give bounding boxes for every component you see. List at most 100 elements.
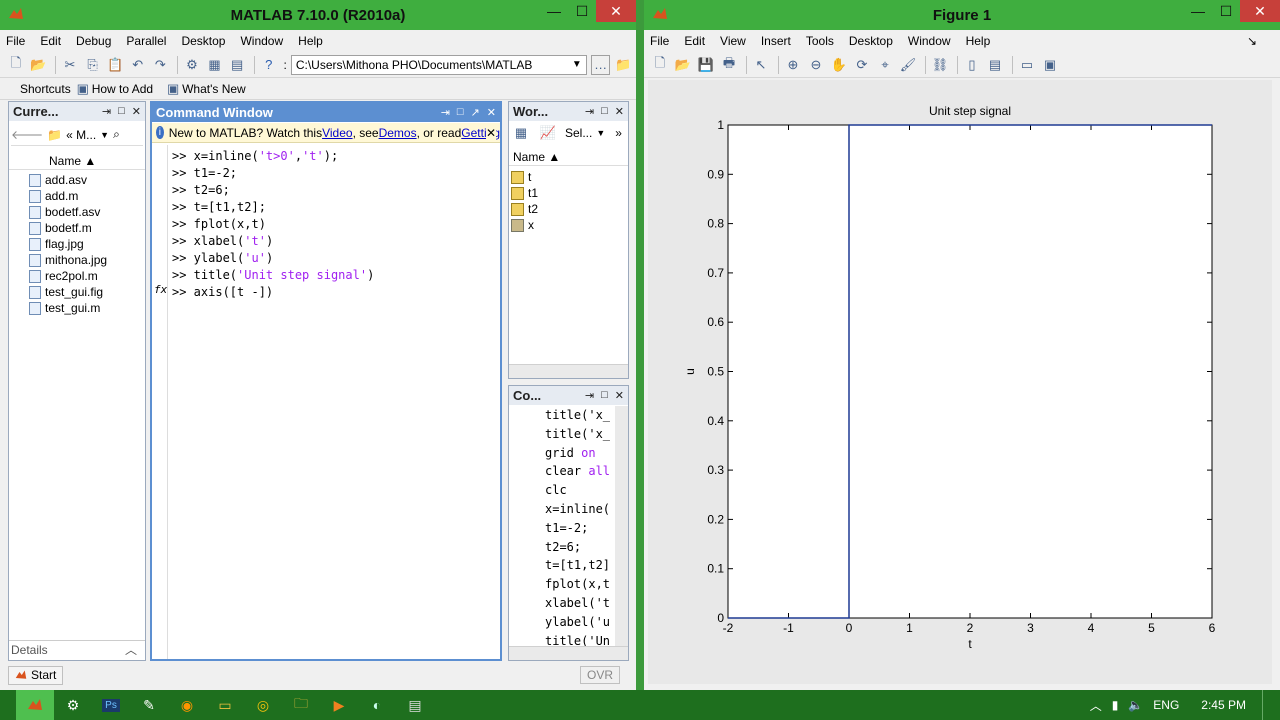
file-list-item[interactable]: mithona.jpg — [29, 252, 145, 268]
fig-menu-window[interactable]: Window — [908, 34, 951, 48]
file-list-item[interactable]: add.m — [29, 188, 145, 204]
current-folder-input[interactable]: C:\Users\Mithona PHO\Documents\MATLAB ▼ — [290, 54, 587, 75]
rotate-icon[interactable]: ⟳ — [852, 55, 872, 75]
chrome-icon[interactable]: ◎ — [244, 690, 282, 720]
how-to-add-link[interactable]: How to Add — [92, 82, 153, 96]
vertical-scrollbar[interactable] — [615, 406, 628, 646]
file-list-item[interactable]: rec2pol.m — [29, 268, 145, 284]
simulink-icon[interactable]: ⚙ — [182, 55, 202, 75]
history-entry[interactable]: t1=-2; — [545, 519, 614, 538]
file-list-item[interactable]: test_gui.fig — [29, 284, 145, 300]
photoshop-icon[interactable]: Ps — [92, 690, 130, 720]
file-explorer-icon[interactable]: ▭ — [206, 690, 244, 720]
dock-icon[interactable]: ⇥ — [102, 105, 111, 118]
zoom-out-icon[interactable]: ⊖ — [806, 55, 826, 75]
start-button[interactable]: Start — [8, 665, 64, 685]
maximize-icon[interactable]: ☐ — [568, 0, 596, 22]
language-indicator[interactable]: ENG — [1153, 698, 1179, 712]
brush-icon[interactable]: 🖌 — [898, 55, 918, 75]
new-file-icon[interactable]: 🗋 — [6, 55, 26, 75]
legend-icon[interactable]: ▤ — [985, 55, 1005, 75]
horizontal-scrollbar[interactable] — [509, 646, 628, 660]
breadcrumb[interactable]: « M... — [66, 128, 96, 142]
fig-menu-view[interactable]: View — [720, 34, 746, 48]
file-list-item[interactable]: bodetf.asv — [29, 204, 145, 220]
profiler-icon[interactable]: ▤ — [227, 55, 247, 75]
chevron-down-icon[interactable]: ▼ — [572, 59, 582, 70]
zoom-in-icon[interactable]: ⊕ — [783, 55, 803, 75]
history-entry[interactable]: grid on — [545, 444, 614, 463]
history-entry[interactable]: t=[t1,t2] — [545, 556, 614, 575]
matlab-taskbar-button[interactable] — [16, 690, 54, 720]
history-entry[interactable]: clc — [545, 481, 614, 500]
help-icon[interactable]: ? — [259, 55, 279, 75]
file-list-item[interactable]: add.asv — [29, 172, 145, 188]
new-variable-icon[interactable]: ▦ — [511, 123, 531, 143]
link-plot-icon[interactable]: ⛓ — [930, 55, 950, 75]
copy-icon[interactable]: ⎘ — [83, 55, 103, 75]
details-bar[interactable]: Details ︿ — [9, 640, 145, 658]
dock-icon[interactable]: ⇥ — [585, 389, 594, 402]
fig-menu-help[interactable]: Help — [966, 34, 991, 48]
dock-figure-icon[interactable]: ↘ — [1247, 34, 1257, 48]
demos-link[interactable]: Demos — [379, 126, 417, 140]
media-icon[interactable]: ▶ — [320, 690, 358, 720]
globe-icon[interactable]: ◐ — [358, 690, 396, 720]
show-plot-tools-icon[interactable]: ▣ — [1040, 55, 1060, 75]
dock-icon[interactable]: ⇥ — [585, 105, 594, 118]
fx-icon[interactable]: fx — [154, 283, 167, 296]
folder-icon[interactable]: 🗀 — [282, 690, 320, 720]
fig-menu-edit[interactable]: Edit — [684, 34, 705, 48]
menu-desktop[interactable]: Desktop — [181, 34, 225, 48]
file-list-item[interactable]: bodetf.m — [29, 220, 145, 236]
undo-icon[interactable]: ↶ — [128, 55, 148, 75]
maximize-icon[interactable]: □ — [118, 105, 125, 118]
close-icon[interactable]: ✕ — [615, 389, 624, 402]
network-icon[interactable]: ▮ — [1112, 698, 1119, 712]
horizontal-scrollbar[interactable] — [509, 364, 628, 378]
menu-file[interactable]: File — [6, 34, 25, 48]
video-link[interactable]: Video — [322, 126, 352, 140]
command-output[interactable]: >> x=inline('t>0','t'); >> t1=-2; >> t2=6;… — [172, 148, 496, 301]
workspace-variable[interactable]: t1 — [511, 185, 628, 201]
close-icon[interactable]: ✕ — [615, 105, 624, 118]
volume-icon[interactable]: 🔈 — [1128, 698, 1143, 712]
history-entry[interactable]: ylabel('u — [545, 613, 614, 632]
shortcuts-label[interactable]: Shortcuts — [20, 82, 71, 96]
close-notice-icon[interactable]: ✕ — [485, 125, 496, 140]
dock-icon[interactable]: ⇥ — [441, 106, 450, 119]
edit-plot-arrow-icon[interactable]: ↖ — [751, 55, 771, 75]
clock[interactable]: 2:45 PM — [1201, 698, 1246, 712]
fig-menu-desktop[interactable]: Desktop — [849, 34, 893, 48]
redo-icon[interactable]: ↷ — [151, 55, 171, 75]
colorbar-icon[interactable]: ▯ — [962, 55, 982, 75]
whats-new-link[interactable]: What's New — [182, 82, 246, 96]
history-list[interactable]: title('x_ title('x_ grid on clear all clc x=i… — [545, 406, 614, 650]
fig-menu-tools[interactable]: Tools — [806, 34, 834, 48]
guide-icon[interactable]: ▦ — [205, 55, 225, 75]
fig-menu-insert[interactable]: Insert — [761, 34, 791, 48]
workspace-variable[interactable]: x — [511, 217, 628, 233]
save-icon[interactable]: 💾 — [696, 55, 716, 75]
minimize-icon[interactable]: — — [1184, 0, 1212, 22]
workspace-variable[interactable]: t2 — [511, 201, 628, 217]
menu-parallel[interactable]: Parallel — [126, 34, 166, 48]
chevron-down-icon[interactable]: ▼ — [596, 128, 605, 138]
chevron-up-icon[interactable]: ︿ — [1090, 697, 1102, 714]
history-entry[interactable]: t2=6; — [545, 538, 614, 557]
plot-select-icon[interactable]: 📈 — [538, 123, 558, 143]
menu-help[interactable]: Help — [298, 34, 323, 48]
show-desktop-button[interactable] — [1262, 690, 1268, 720]
close-icon[interactable]: ✕ — [596, 0, 636, 22]
browse-button[interactable]: … — [590, 54, 611, 75]
select-dropdown[interactable]: Sel... — [565, 126, 592, 140]
menu-window[interactable]: Window — [240, 34, 283, 48]
folder-up-icon[interactable]: 📁 — [613, 55, 633, 75]
chevron-down-icon[interactable]: ▼ — [100, 130, 109, 140]
file-list-item[interactable]: flag.jpg — [29, 236, 145, 252]
history-entry[interactable]: xlabel('t — [545, 594, 614, 613]
command-line[interactable]: >> axis([t -]) — [172, 284, 496, 301]
firefox-icon[interactable]: ◉ — [168, 690, 206, 720]
maximize-icon[interactable]: □ — [457, 106, 464, 119]
maximize-icon[interactable]: □ — [601, 105, 608, 118]
